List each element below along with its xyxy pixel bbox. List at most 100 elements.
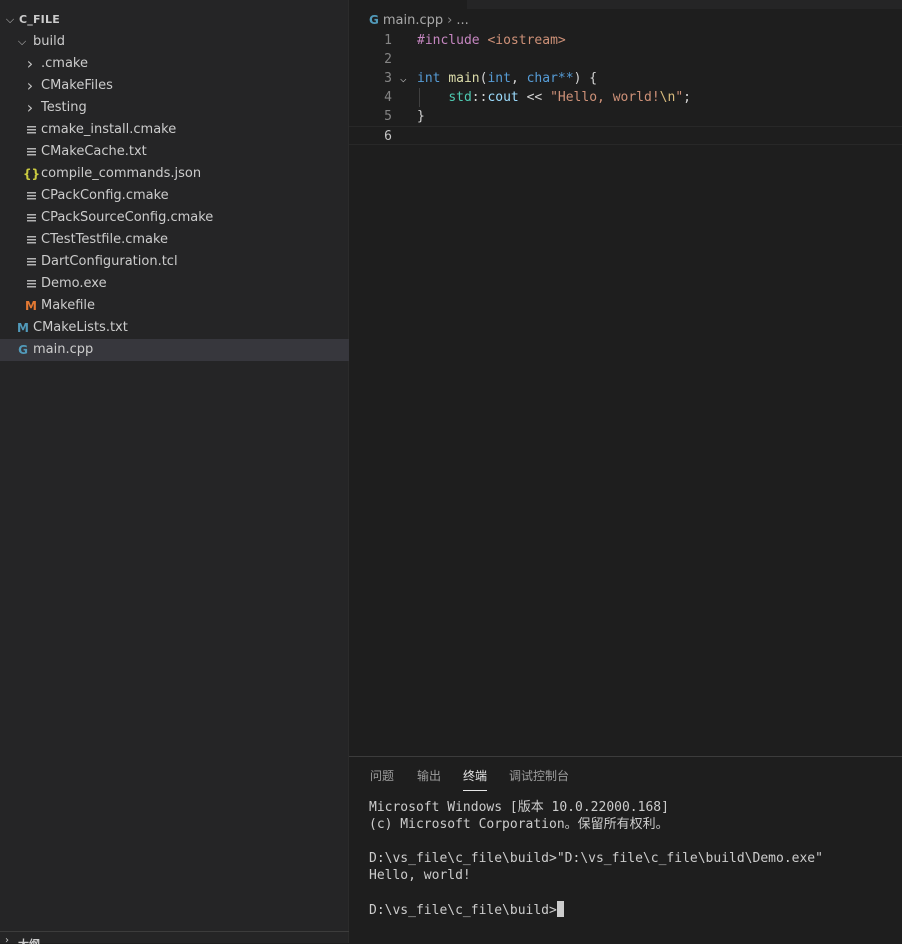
tree-item-label: CMakeLists.txt	[33, 320, 128, 335]
breadcrumb-rest[interactable]: ...	[456, 13, 468, 28]
code-area[interactable]: 1 #include <iostream> 2 3 ⌵ int main(int, cha…	[349, 31, 902, 145]
code-token: "	[675, 90, 684, 105]
code-token: <<	[518, 90, 551, 105]
code-token: }	[417, 109, 425, 124]
tree-item-label: Makefile	[41, 298, 96, 313]
tree-file[interactable]: Gmain.cpp	[0, 339, 349, 361]
tree-file[interactable]: M CMakeLists.txt	[0, 317, 349, 339]
breadcrumb[interactable]: Gmain.cpp ›...	[369, 11, 469, 29]
code-token: **	[557, 71, 574, 86]
panel-tabs: 问题 输出 终端 调试控制台	[349, 757, 902, 793]
code-line[interactable]: 5}	[349, 107, 902, 126]
terminal-prompt-line[interactable]: D:\vs_file\c_file\build>	[369, 901, 823, 918]
tree-file[interactable]: CPackSourceConfig.cmake	[0, 207, 349, 229]
breadcrumb-file[interactable]: main.cpp	[383, 13, 443, 28]
cmake-m-icon: M	[17, 321, 29, 335]
tree-folder[interactable]: › CMakeFiles	[0, 75, 349, 97]
terminal-cursor	[556, 901, 564, 917]
file-lines-icon	[23, 229, 39, 251]
line-number: 1	[384, 33, 392, 48]
code-token: ) {	[573, 71, 598, 86]
tree-file[interactable]: {} compile_commands.json	[0, 163, 349, 185]
tree-file[interactable]: cmake_install.cmake	[0, 119, 349, 141]
tree-item-label: .cmake	[41, 56, 88, 71]
panel-tab[interactable]: 调试控制台	[509, 768, 569, 790]
code-token: main	[448, 71, 480, 86]
code-line[interactable]: 6	[349, 126, 902, 145]
code-token: ::	[471, 90, 488, 105]
json-braces-icon: {}	[23, 167, 41, 181]
bottom-panel: 问题 输出 终端 调试控制台 Microsoft Windows [版本 10.0.2…	[349, 756, 902, 943]
panel-tab[interactable]: 终端	[463, 768, 488, 791]
root-folder-label: C_FILE	[19, 13, 60, 26]
cpp-file-icon: G	[369, 13, 379, 27]
code-line[interactable]: 3 ⌵ int main(int, char**) {	[349, 69, 902, 88]
tree-item-label: CTestTestfile.cmake	[41, 232, 169, 247]
code-text: }	[417, 107, 425, 126]
code-line[interactable]: 1 #include <iostream>	[349, 31, 902, 50]
tree-file[interactable]: DartConfiguration.tcl	[0, 251, 349, 273]
file-lines-icon	[23, 251, 39, 273]
chevron-down-icon: ⌵	[5, 13, 15, 26]
panel-tab[interactable]: 输出	[417, 768, 441, 790]
terminal-line: D:\vs_file\c_file\build>"D:\vs_file\c_fi…	[369, 851, 823, 866]
line-number: 2	[384, 52, 392, 67]
tree-folder[interactable]: › .cmake	[0, 53, 349, 75]
outline-section-header[interactable]: › 大纲	[0, 931, 349, 944]
code-token: int	[417, 71, 449, 86]
code-token: #include	[417, 33, 488, 48]
tree-item-label: build	[33, 34, 65, 49]
chevron-down-icon: ⌵	[17, 35, 27, 48]
file-lines-icon	[23, 273, 39, 295]
panel-tab[interactable]: 问题	[370, 768, 394, 790]
tree-item-label: CMakeFiles	[41, 78, 113, 93]
tree-file[interactable]: Demo.exe	[0, 273, 349, 295]
code-token: std	[448, 90, 472, 105]
code-token: "Hello, world!	[550, 90, 660, 105]
code-editor[interactable]: Gmain.cpp ›... 1 #include <iostream> 2 3 ⌵ int…	[349, 0, 902, 756]
tree-item-label: cmake_install.cmake	[41, 122, 177, 137]
chevron-right-icon: ›	[26, 98, 34, 117]
editor-tab-strip	[467, 0, 902, 9]
tree-file[interactable]: CMakeCache.txt	[0, 141, 349, 163]
line-number: 6	[384, 129, 392, 144]
tree-folder[interactable]: › Testing	[0, 97, 349, 119]
tree-file[interactable]: CPackConfig.cmake	[0, 185, 349, 207]
makefile-m-icon: M	[25, 299, 37, 313]
terminal-prompt: D:\vs_file\c_file\build>	[369, 903, 557, 918]
code-token: int	[487, 71, 511, 86]
code-text: std::cout << "Hello, world!\n";	[417, 88, 691, 107]
tree-file[interactable]: M Makefile	[0, 295, 349, 317]
tree-item-label: Testing	[41, 100, 87, 115]
code-token: char	[526, 71, 558, 86]
explorer-sidebar: ⌵ C_FILE ⌵ build › .cmake › CMakeFiles › Testin…	[0, 0, 349, 944]
code-line[interactable]: 2	[349, 50, 902, 69]
file-tree: ⌵ C_FILE ⌵ build › .cmake › CMakeFiles › Testin…	[0, 9, 349, 361]
terminal-line: (c) Microsoft Corporation。保留所有权利。	[369, 817, 669, 832]
explorer-root-folder[interactable]: ⌵ C_FILE	[0, 9, 349, 31]
file-lines-icon	[23, 141, 39, 163]
code-line[interactable]: 4 std::cout << "Hello, world!\n";	[349, 88, 902, 107]
file-lines-icon	[23, 119, 39, 141]
file-lines-icon	[23, 185, 39, 207]
code-text: #include <iostream>	[417, 31, 566, 50]
tree-item-label: CPackSourceConfig.cmake	[41, 210, 214, 225]
tree-folder[interactable]: ⌵ build	[0, 31, 349, 53]
tree-item-label: CPackConfig.cmake	[41, 188, 169, 203]
terminal-output[interactable]: Microsoft Windows [版本 10.0.22000.168] (c)…	[369, 799, 823, 918]
tree-item-label: Demo.exe	[41, 276, 107, 291]
chevron-right-icon: ›	[26, 54, 34, 73]
code-token: cout	[487, 90, 519, 105]
tree-item-label: compile_commands.json	[41, 166, 202, 181]
code-token: ;	[683, 90, 691, 105]
file-lines-icon	[23, 207, 39, 229]
tree-item-label: CMakeCache.txt	[41, 144, 147, 159]
terminal-line: Hello, world!	[369, 868, 471, 883]
tree-item-label: DartConfiguration.tcl	[41, 254, 178, 269]
chevron-right-icon: ›	[447, 13, 453, 28]
chevron-right-icon: ›	[26, 76, 34, 95]
tree-file[interactable]: CTestTestfile.cmake	[0, 229, 349, 251]
fold-chevron-icon[interactable]: ⌵	[400, 69, 412, 88]
